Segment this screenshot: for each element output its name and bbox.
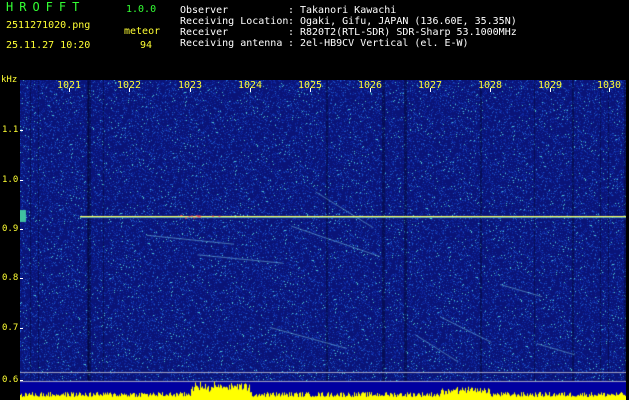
station-info: Observer: Takanori Kawachi Receiving Loca…	[180, 5, 517, 49]
receiver-value: R820T2(RTL-SDR) SDR-Sharp 53.1000MHz	[300, 27, 517, 38]
location-value: Ogaki, Gifu, JAPAN (136.60E, 35.35N)	[300, 16, 517, 27]
y-tick-label: 1.1	[2, 125, 19, 135]
antenna-sep: :	[288, 38, 295, 49]
antenna-row: Receiving antenna:2el-HB9CV Vertical (el…	[180, 38, 517, 49]
y-tick-mark	[20, 180, 23, 181]
observer-row: Observer: Takanori Kawachi	[180, 5, 517, 16]
x-tick-mark	[430, 88, 431, 92]
x-tick-mark	[490, 88, 491, 92]
y-tick-mark	[20, 380, 23, 381]
meteor-count: 94	[140, 40, 153, 51]
y-tick-label: 0.6	[2, 375, 19, 385]
antenna-value: 2el-HB9CV Vertical (el. E-W)	[300, 38, 469, 49]
y-tick-label: 1.0	[2, 175, 19, 185]
x-tick-mark	[69, 88, 70, 92]
y-axis-title: kHz	[1, 75, 18, 85]
y-tick-mark	[20, 328, 23, 329]
observer-value: Takanori Kawachi	[300, 5, 397, 16]
y-tick-label: 0.9	[2, 224, 19, 234]
location-label: Receiving Location	[180, 16, 289, 27]
location-row: Receiving Location: Ogaki, Gifu, JAPAN (1…	[180, 16, 517, 27]
x-tick-mark	[609, 88, 610, 92]
y-tick-mark	[20, 278, 23, 279]
app-title: HROFFT	[6, 0, 86, 14]
image-filename: 2511271020.png	[6, 20, 91, 31]
app-version: 1.0.0	[126, 4, 157, 15]
receiver-sep: :	[288, 27, 295, 38]
x-tick-mark	[250, 88, 251, 92]
x-tick-mark	[550, 88, 551, 92]
x-tick-mark	[129, 88, 130, 92]
y-tick-mark	[20, 229, 23, 230]
x-tick-mark	[310, 88, 311, 92]
x-tick-mark	[370, 88, 371, 92]
antenna-label: Receiving antenna	[180, 38, 283, 49]
receiver-row: Receiver: R820T2(RTL-SDR) SDR-Sharp 53.10…	[180, 27, 517, 38]
meteor-label: meteor	[124, 26, 161, 37]
x-tick-mark	[190, 88, 191, 92]
receiver-label: Receiver	[180, 27, 229, 38]
spectrogram-waterfall	[20, 80, 626, 400]
observer-label: Observer	[180, 5, 229, 16]
observer-sep: :	[288, 5, 295, 16]
y-tick-label: 0.7	[2, 323, 19, 333]
capture-datetime: 25.11.27 10:20	[6, 40, 91, 51]
location-sep: :	[288, 16, 295, 27]
hrofft-window: HROFFT 1.0.0 2511271020.png 25.11.27 10:…	[0, 0, 629, 400]
y-tick-mark	[20, 130, 23, 131]
y-tick-label: 0.8	[2, 273, 19, 283]
